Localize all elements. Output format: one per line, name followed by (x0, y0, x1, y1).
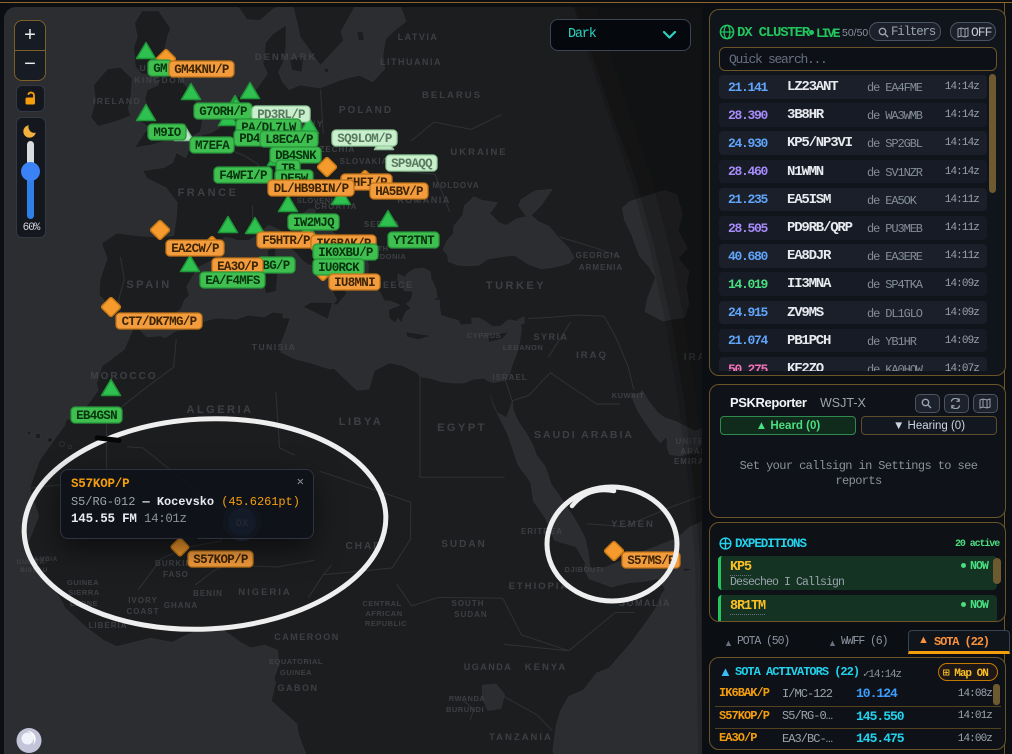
svg-text:EA/F4MFS: EA/F4MFS (205, 274, 261, 288)
svg-text:HA5BV/P: HA5BV/P (375, 185, 423, 199)
svg-text:YT2TNT: YT2TNT (393, 234, 435, 248)
svg-text:SQ9LOM/P: SQ9LOM/P (337, 132, 392, 146)
svg-text:EA2CW/P: EA2CW/P (171, 242, 219, 256)
svg-text:GM: GM (153, 62, 167, 76)
svg-text:IW2MJQ: IW2MJQ (293, 216, 335, 230)
svg-text:F4WFI/P: F4WFI/P (219, 169, 267, 183)
svg-text:CT7/DK7MG/P: CT7/DK7MG/P (122, 315, 197, 329)
svg-text:IU8MNI: IU8MNI (334, 276, 375, 290)
svg-text:GM4KNU/P: GM4KNU/P (174, 63, 229, 77)
svg-text:F5HTR/P: F5HTR/P (262, 234, 310, 248)
svg-text:EB4GSN: EB4GSN (76, 409, 117, 423)
svg-text:M9IO: M9IO (153, 126, 181, 140)
svg-text:BG/P: BG/P (262, 259, 289, 273)
svg-text:PD4: PD4 (239, 132, 261, 146)
svg-text:IU0RCK: IU0RCK (318, 261, 360, 275)
svg-text:SP9AQQ: SP9AQQ (391, 157, 433, 171)
svg-text:S57KOP/P: S57KOP/P (193, 553, 248, 567)
svg-text:IK0XBU/P: IK0XBU/P (318, 246, 373, 260)
svg-text:G7ORH/P: G7ORH/P (199, 105, 247, 119)
svg-text:M7EFA: M7EFA (195, 139, 230, 153)
svg-text:S57MS/P: S57MS/P (627, 554, 675, 568)
svg-text:DL/HB9BIN/P: DL/HB9BIN/P (274, 182, 349, 196)
svg-text:L8ECA/P: L8ECA/P (265, 133, 313, 147)
